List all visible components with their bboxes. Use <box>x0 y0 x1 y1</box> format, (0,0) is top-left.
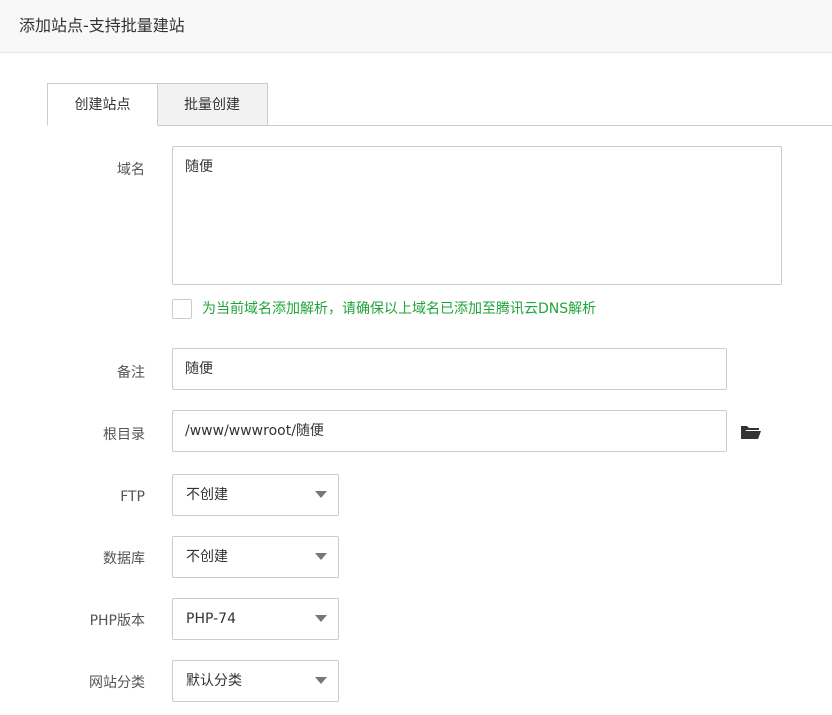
root-dir-input[interactable]: /www/wwwroot/随便 <box>172 410 727 452</box>
database-select[interactable]: 不创建 <box>172 536 339 578</box>
chevron-down-icon <box>315 615 327 622</box>
remark-label: 备注 <box>117 365 145 381</box>
dialog-header: 添加站点-支持批量建站 <box>0 0 832 53</box>
database-label: 数据库 <box>103 551 145 567</box>
root-dir-label: 根目录 <box>103 427 145 443</box>
category-select[interactable]: 默认分类 <box>172 660 339 702</box>
php-label: PHP版本 <box>89 613 145 629</box>
dns-checkbox[interactable] <box>172 299 192 319</box>
dialog-title: 添加站点-支持批量建站 <box>19 16 185 35</box>
ftp-select[interactable]: 不创建 <box>172 474 339 516</box>
ftp-label: FTP <box>120 489 145 505</box>
php-select[interactable]: PHP-74 <box>172 598 339 640</box>
dns-checkbox-label[interactable]: 为当前域名添加解析，请确保以上域名已添加至腾讯云DNS解析 <box>202 299 596 319</box>
folder-open-icon[interactable] <box>740 423 762 441</box>
php-select-value: PHP-74 <box>186 611 236 627</box>
category-label: 网站分类 <box>89 675 145 691</box>
category-select-value: 默认分类 <box>186 673 242 689</box>
domain-label: 域名 <box>117 162 145 178</box>
remark-input[interactable]: 随便 <box>172 348 727 390</box>
ftp-select-value: 不创建 <box>186 487 228 503</box>
tab-create-site[interactable]: 创建站点 <box>47 83 158 126</box>
chevron-down-icon <box>315 491 327 498</box>
tab-batch-create[interactable]: 批量创建 <box>157 83 268 126</box>
domain-textarea[interactable]: 随便 <box>172 146 782 285</box>
chevron-down-icon <box>315 677 327 684</box>
database-select-value: 不创建 <box>186 549 228 565</box>
chevron-down-icon <box>315 553 327 560</box>
